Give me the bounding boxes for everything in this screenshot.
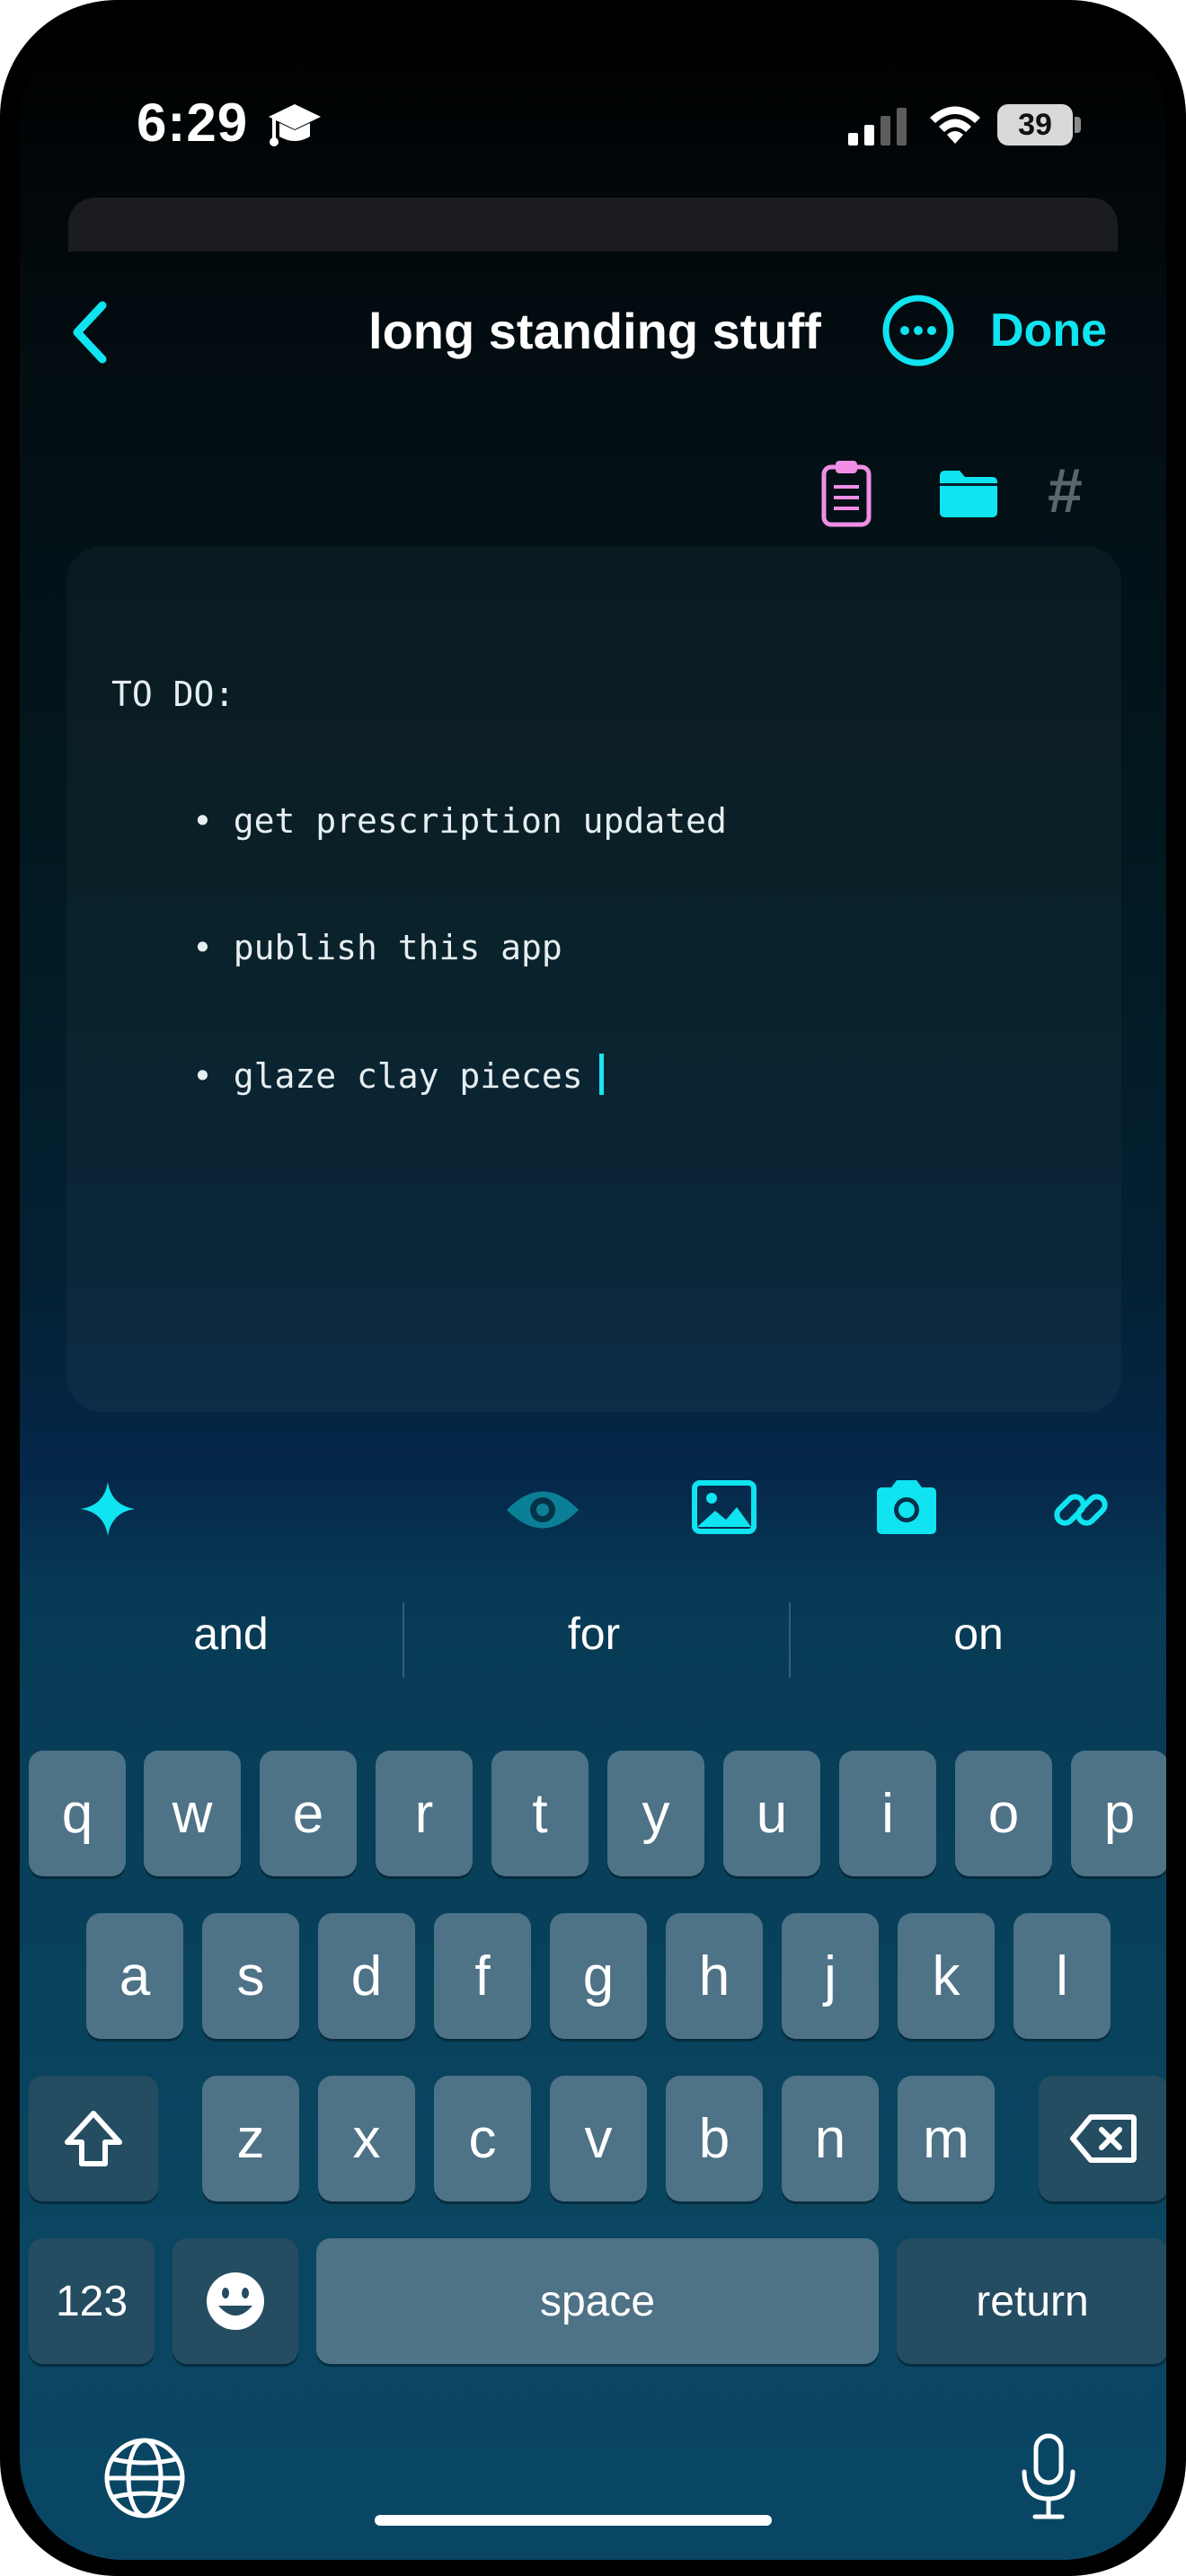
key-r[interactable]: r (376, 1751, 473, 1876)
format-toolbar (20, 1439, 1166, 1574)
done-button[interactable]: Done (990, 304, 1107, 357)
key-s[interactable]: s (202, 1913, 299, 2039)
key-a[interactable]: a (86, 1913, 183, 2039)
key-m[interactable]: m (898, 2076, 995, 2201)
suggestion[interactable]: and (47, 1608, 415, 1660)
key-i[interactable]: i (839, 1751, 936, 1876)
key-k[interactable]: k (898, 1913, 995, 2039)
home-indicator[interactable] (375, 2515, 772, 2526)
return-key-label: return (976, 2277, 1089, 2325)
key-v[interactable]: v (550, 2076, 647, 2201)
key-e[interactable]: e (260, 1751, 357, 1876)
battery-level: 39 (1018, 108, 1052, 142)
key-t[interactable]: t (491, 1751, 589, 1876)
microphone-icon[interactable] (1017, 2432, 1080, 2522)
key-q[interactable]: q (29, 1751, 126, 1876)
navigation-bar: long standing stuff Done (20, 260, 1166, 386)
suggestion[interactable]: for (410, 1608, 778, 1660)
screen: 6:29 39 long standing stuff Done # TO DO… (20, 18, 1166, 2560)
return-key[interactable]: return (897, 2238, 1166, 2364)
clipboard-icon[interactable] (819, 458, 873, 528)
key-g[interactable]: g (550, 1913, 647, 2039)
key-o[interactable]: o (955, 1751, 1052, 1876)
key-w[interactable]: w (144, 1751, 241, 1876)
sparkle-icon[interactable] (79, 1480, 137, 1538)
link-icon[interactable] (1049, 1478, 1112, 1541)
list-item: • get prescription updated (192, 801, 727, 841)
note-editor[interactable]: TO DO: • get prescription updated • publ… (66, 546, 1121, 1412)
chevron-left-icon[interactable] (63, 296, 117, 368)
graduation-cap-icon (269, 104, 321, 146)
folder-icon[interactable] (936, 469, 1001, 519)
status-time: 6:29 (137, 93, 249, 153)
status-bar: 6:29 39 (20, 18, 1166, 198)
suggestion-divider (789, 1602, 791, 1678)
key-z[interactable]: z (202, 2076, 299, 2201)
predictive-bar: and for on (20, 1592, 1166, 1681)
battery-icon: 39 (997, 104, 1084, 146)
backspace-icon (1070, 2114, 1137, 2163)
page-title: long standing stuff (368, 303, 821, 359)
key-c[interactable]: c (434, 2076, 531, 2201)
note-heading: TO DO: (111, 675, 235, 714)
space-key[interactable]: space (316, 2238, 879, 2364)
note-tools: # (20, 449, 1166, 539)
emoji-key[interactable] (173, 2238, 298, 2364)
cellular-signal-icon (848, 108, 907, 146)
key-u[interactable]: u (723, 1751, 820, 1876)
key-d[interactable]: d (318, 1913, 415, 2039)
wifi-icon (930, 106, 980, 144)
delete-key[interactable] (1039, 2076, 1166, 2201)
note-body[interactable]: TO DO: • get prescription updated • publ… (111, 589, 727, 1182)
suggestion[interactable]: on (794, 1608, 1163, 1660)
key-b[interactable]: b (666, 2076, 763, 2201)
numbers-key[interactable]: 123 (29, 2238, 155, 2364)
shift-icon (65, 2111, 122, 2166)
sheet-edge (68, 198, 1118, 251)
list-item: • publish this app (192, 928, 562, 967)
photo-icon[interactable] (692, 1480, 757, 1534)
globe-icon[interactable] (102, 2436, 187, 2520)
emoji-icon (207, 2272, 264, 2330)
camera-icon[interactable] (872, 1478, 942, 1536)
phone-frame: 6:29 39 long standing stuff Done # TO DO… (0, 0, 1186, 2576)
shift-key[interactable] (29, 2076, 158, 2201)
suggestion-divider (403, 1602, 404, 1678)
key-h[interactable]: h (666, 1913, 763, 2039)
numbers-key-label: 123 (55, 2277, 128, 2325)
key-f[interactable]: f (434, 1913, 531, 2039)
list-item-last: • glaze clay pieces (111, 1054, 727, 1098)
key-n[interactable]: n (782, 2076, 879, 2201)
list-item-text: • glaze clay pieces (192, 1056, 583, 1096)
key-j[interactable]: j (782, 1913, 879, 2039)
keyboard: and for on q w e r t y u i o p a s d f g… (20, 1574, 1166, 2560)
ellipsis-circle-icon[interactable] (881, 293, 956, 368)
text-cursor (598, 1054, 604, 1095)
key-l[interactable]: l (1013, 1913, 1111, 2039)
eye-icon[interactable] (505, 1486, 580, 1534)
key-x[interactable]: x (318, 2076, 415, 2201)
space-key-label: space (539, 2277, 656, 2325)
battery-cap (1075, 117, 1081, 133)
key-p[interactable]: p (1071, 1751, 1166, 1876)
hashtag-icon[interactable]: # (1048, 454, 1083, 526)
key-y[interactable]: y (607, 1751, 704, 1876)
